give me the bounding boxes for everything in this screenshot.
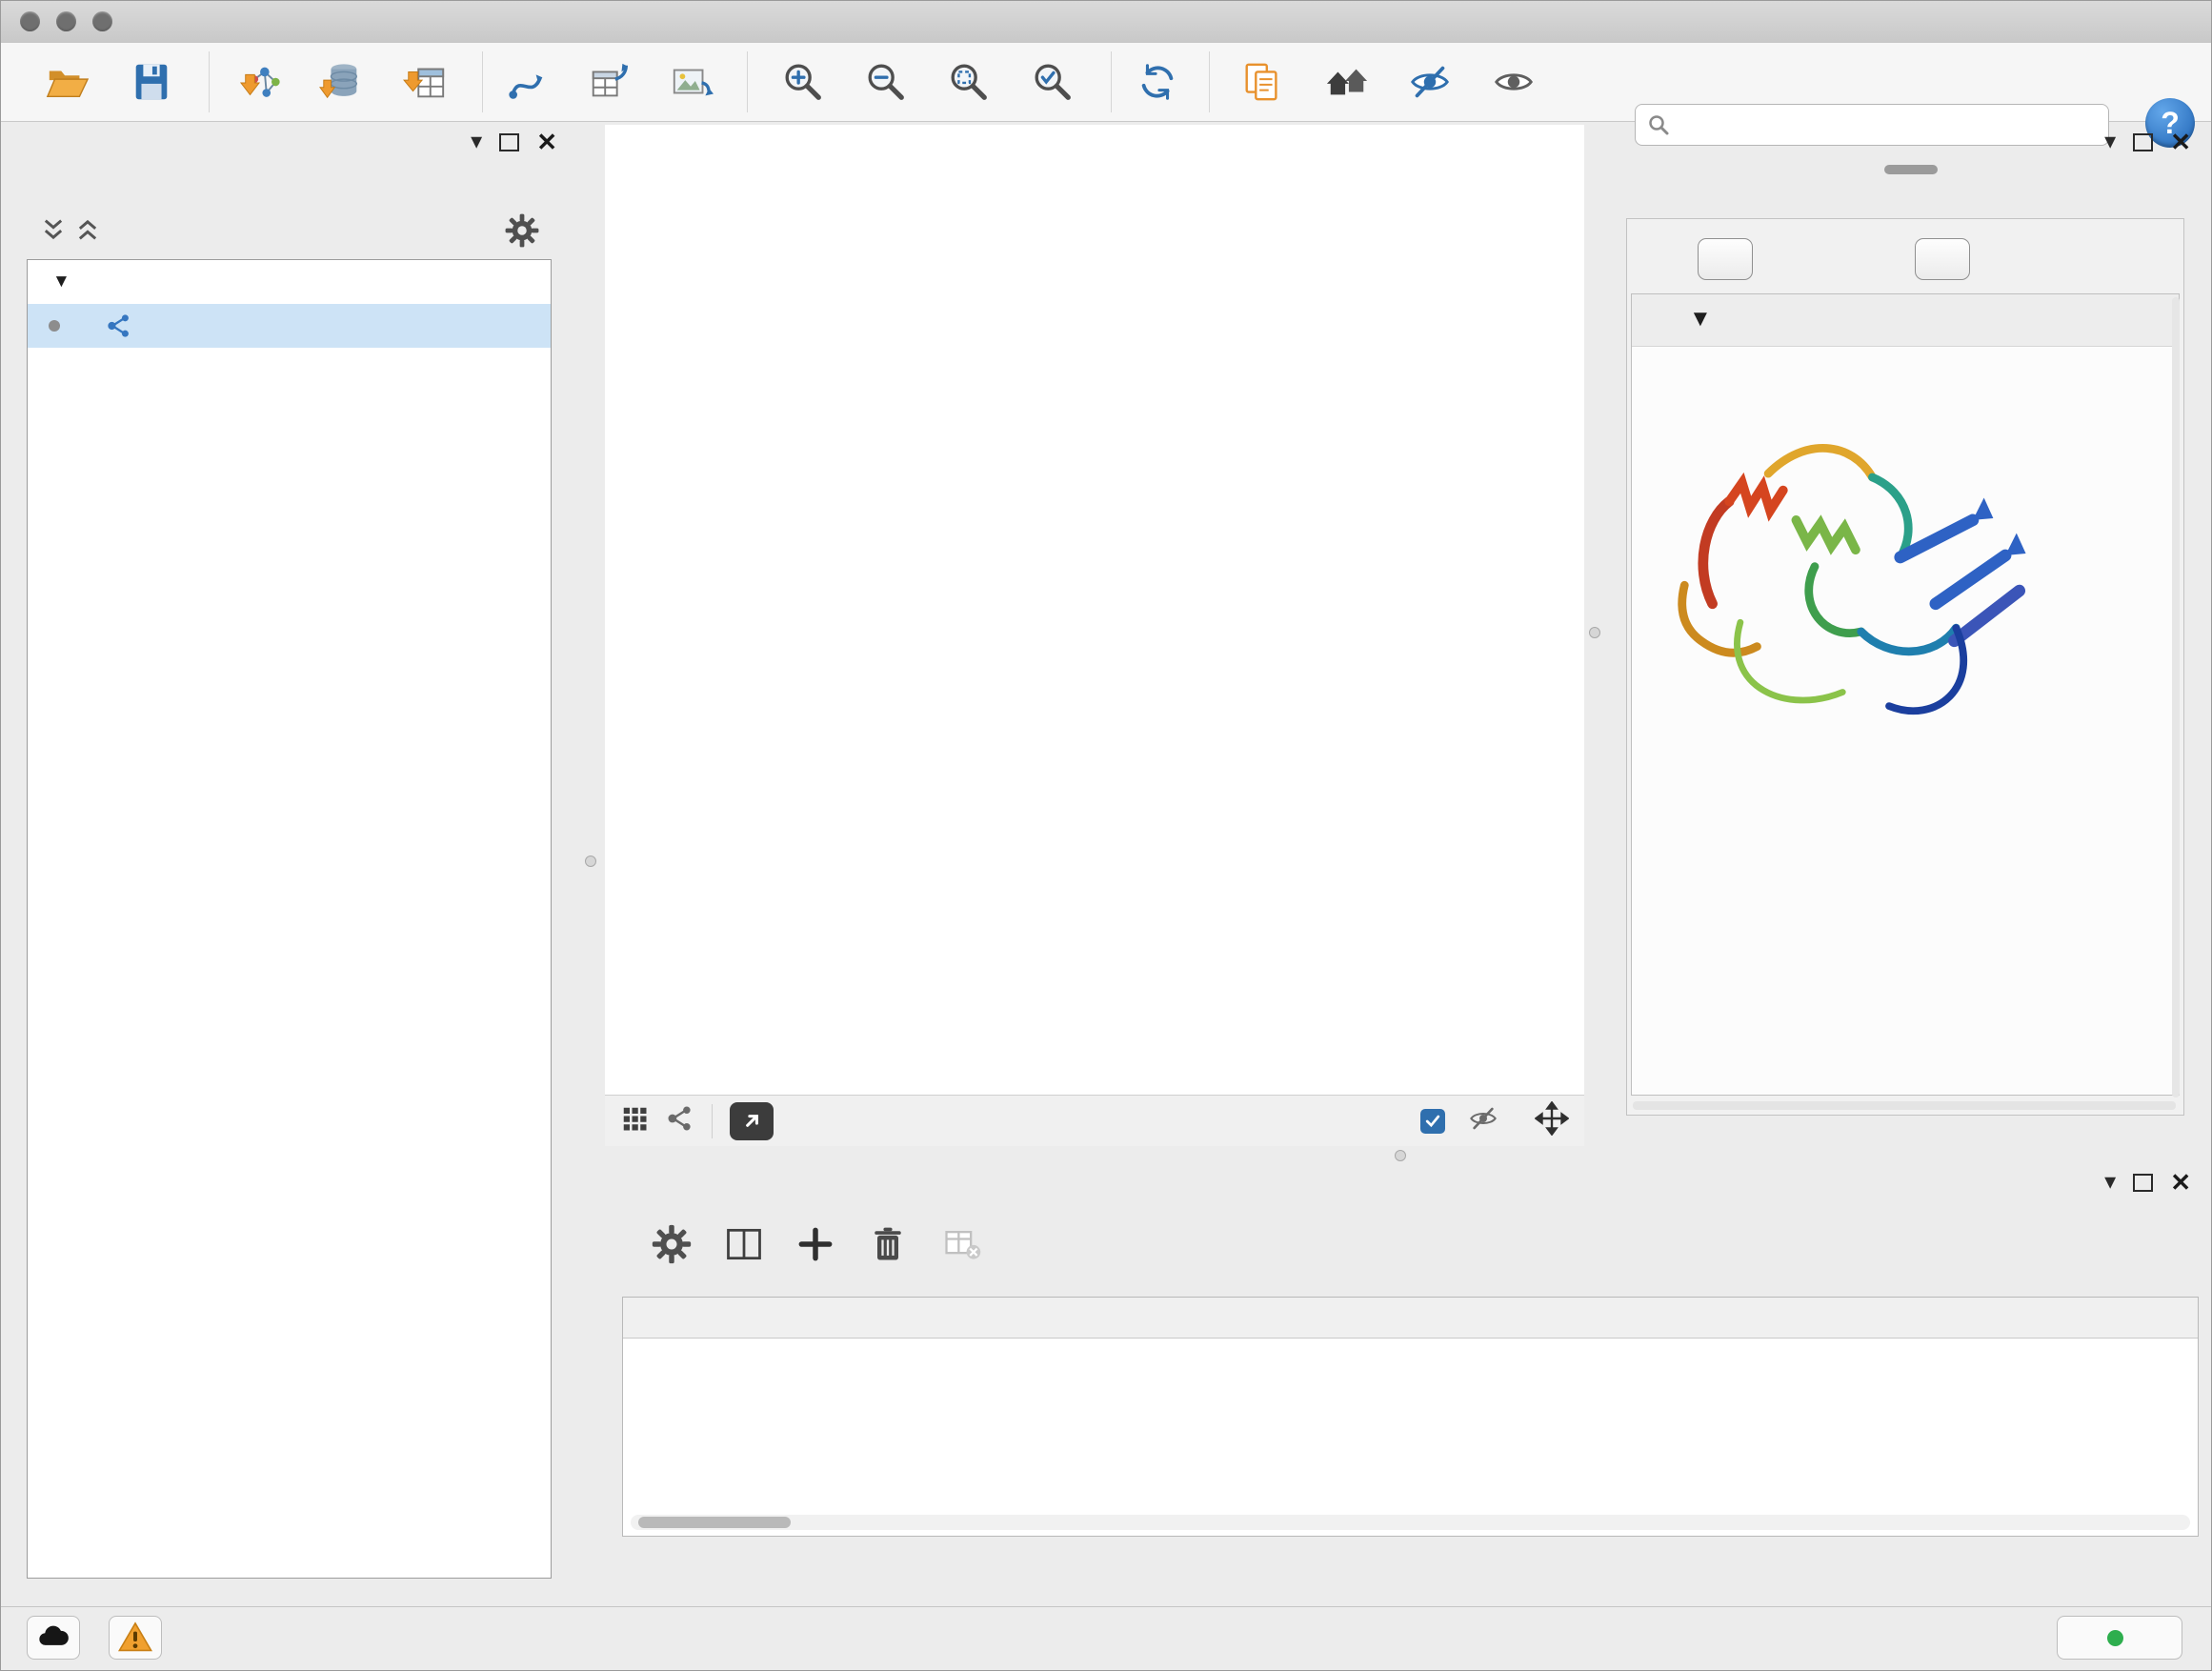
panel-menu-icon[interactable]: ▾ <box>471 125 482 159</box>
grid-view-icon[interactable] <box>620 1104 649 1137</box>
window-minimize-button[interactable] <box>56 11 76 31</box>
expand-all-icon[interactable] <box>74 216 101 248</box>
panel-float-icon[interactable] <box>499 133 519 151</box>
scrollbar-thumb[interactable] <box>638 1517 791 1528</box>
string-results-container: ▼ <box>1626 218 2184 1116</box>
control-panel: ▾ ✕ ▼ <box>15 125 565 1581</box>
results-panel: ▾ ✕ ▼ <box>1623 125 2199 1146</box>
toolbar-separator <box>209 51 210 112</box>
results-vertical-scrollbar[interactable] <box>2172 297 2180 1097</box>
export-image-icon[interactable] <box>666 56 717 108</box>
panel-float-icon[interactable] <box>2133 1174 2153 1192</box>
table-settings-gear-icon[interactable] <box>649 1221 694 1267</box>
pan-crosshair-icon[interactable] <box>1535 1101 1569 1140</box>
toolbar-separator <box>1209 51 1210 112</box>
panel-menu-icon[interactable]: ▾ <box>2104 1165 2116 1199</box>
import-table-icon[interactable] <box>399 56 451 108</box>
protein-detail-panel: ▼ <box>1631 293 2180 1096</box>
toolbar-separator <box>1111 51 1112 112</box>
zoom-selected-icon[interactable] <box>1026 56 1077 108</box>
cytoscape-window: ? ▾ ✕ ▼ <box>0 0 2212 1671</box>
memory-status-dot-icon <box>2107 1630 2123 1646</box>
main-toolbar: ? <box>1 43 2211 122</box>
open-session-icon[interactable] <box>41 56 92 108</box>
warning-icon[interactable] <box>109 1616 162 1660</box>
save-session-icon[interactable] <box>126 56 177 108</box>
refresh-network-icon[interactable] <box>1132 56 1183 108</box>
panel-menu-icon[interactable]: ▾ <box>2104 125 2116 159</box>
node-table <box>622 1297 2199 1537</box>
network-tree-child-row[interactable] <box>28 304 551 348</box>
gear-icon[interactable] <box>504 212 540 249</box>
string-network-icon <box>106 312 132 339</box>
table-horizontal-scrollbar[interactable] <box>631 1515 2190 1530</box>
panel-close-icon[interactable]: ✕ <box>2170 125 2191 159</box>
network-canvas[interactable] <box>605 125 1584 1095</box>
collapse-triangle-icon[interactable]: ▼ <box>1689 306 1712 332</box>
splitter-handle[interactable] <box>1589 627 1600 638</box>
zoom-out-icon[interactable] <box>859 56 911 108</box>
cloud-icon[interactable] <box>27 1616 80 1660</box>
network-selection-row <box>15 209 565 254</box>
delete-table-icon <box>939 1221 985 1267</box>
panel-float-icon[interactable] <box>2133 133 2153 151</box>
splitter-handle[interactable] <box>585 856 596 867</box>
protein-structure-image <box>1657 408 2047 781</box>
copy-document-icon[interactable] <box>1237 56 1288 108</box>
tree-expand-triangle-icon[interactable]: ▼ <box>52 272 70 292</box>
panel-close-icon[interactable]: ✕ <box>536 125 557 159</box>
network-view-toolbar <box>605 1095 1584 1146</box>
show-all-eye-icon[interactable] <box>1488 56 1539 108</box>
protein-detail-header[interactable]: ▼ <box>1632 294 2179 347</box>
table-panel: ▾ ✕ <box>605 1165 2199 1609</box>
network-tools-icon[interactable] <box>502 56 553 108</box>
table-header-row <box>623 1298 2198 1339</box>
delete-column-trash-icon[interactable] <box>865 1221 911 1267</box>
toolbar-separator <box>712 1104 713 1138</box>
network-tree-root-row[interactable]: ▼ <box>28 260 551 304</box>
title-bar <box>1 1 2211 44</box>
toolbar-separator <box>482 51 483 112</box>
collapse-all-button[interactable] <box>1915 238 1970 280</box>
hide-selected-eye-slash-icon[interactable] <box>1404 56 1456 108</box>
network-tree: ▼ <box>27 259 552 1579</box>
window-close-button[interactable] <box>20 11 40 31</box>
panel-close-icon[interactable]: ✕ <box>2170 1165 2191 1199</box>
current-network-dot-icon <box>49 320 60 332</box>
results-horizontal-scrollbar[interactable] <box>1633 1101 2176 1110</box>
zoom-fit-icon[interactable] <box>942 56 994 108</box>
window-zoom-button[interactable] <box>92 11 112 31</box>
toolbar-separator <box>747 51 748 112</box>
status-bar <box>1 1606 2211 1670</box>
home-icon[interactable] <box>1321 56 1373 108</box>
memory-button[interactable] <box>2057 1616 2182 1660</box>
add-column-plus-icon[interactable] <box>793 1221 838 1267</box>
import-database-icon[interactable] <box>315 56 367 108</box>
new-network-from-table-icon[interactable] <box>584 56 635 108</box>
zoom-in-icon[interactable] <box>776 56 828 108</box>
network-share-icon[interactable] <box>666 1104 694 1137</box>
tab-string[interactable] <box>1884 165 1938 174</box>
expand-all-button[interactable] <box>1698 238 1753 280</box>
import-network-icon[interactable] <box>235 56 287 108</box>
collapse-all-icon[interactable] <box>40 216 67 248</box>
splitter-handle[interactable] <box>1395 1150 1406 1161</box>
show-columns-icon[interactable] <box>721 1221 767 1267</box>
open-in-window-icon[interactable] <box>730 1102 774 1140</box>
selected-nodes-checkbox-icon[interactable] <box>1420 1109 1445 1134</box>
hidden-eye-slash-icon[interactable] <box>1468 1103 1498 1138</box>
